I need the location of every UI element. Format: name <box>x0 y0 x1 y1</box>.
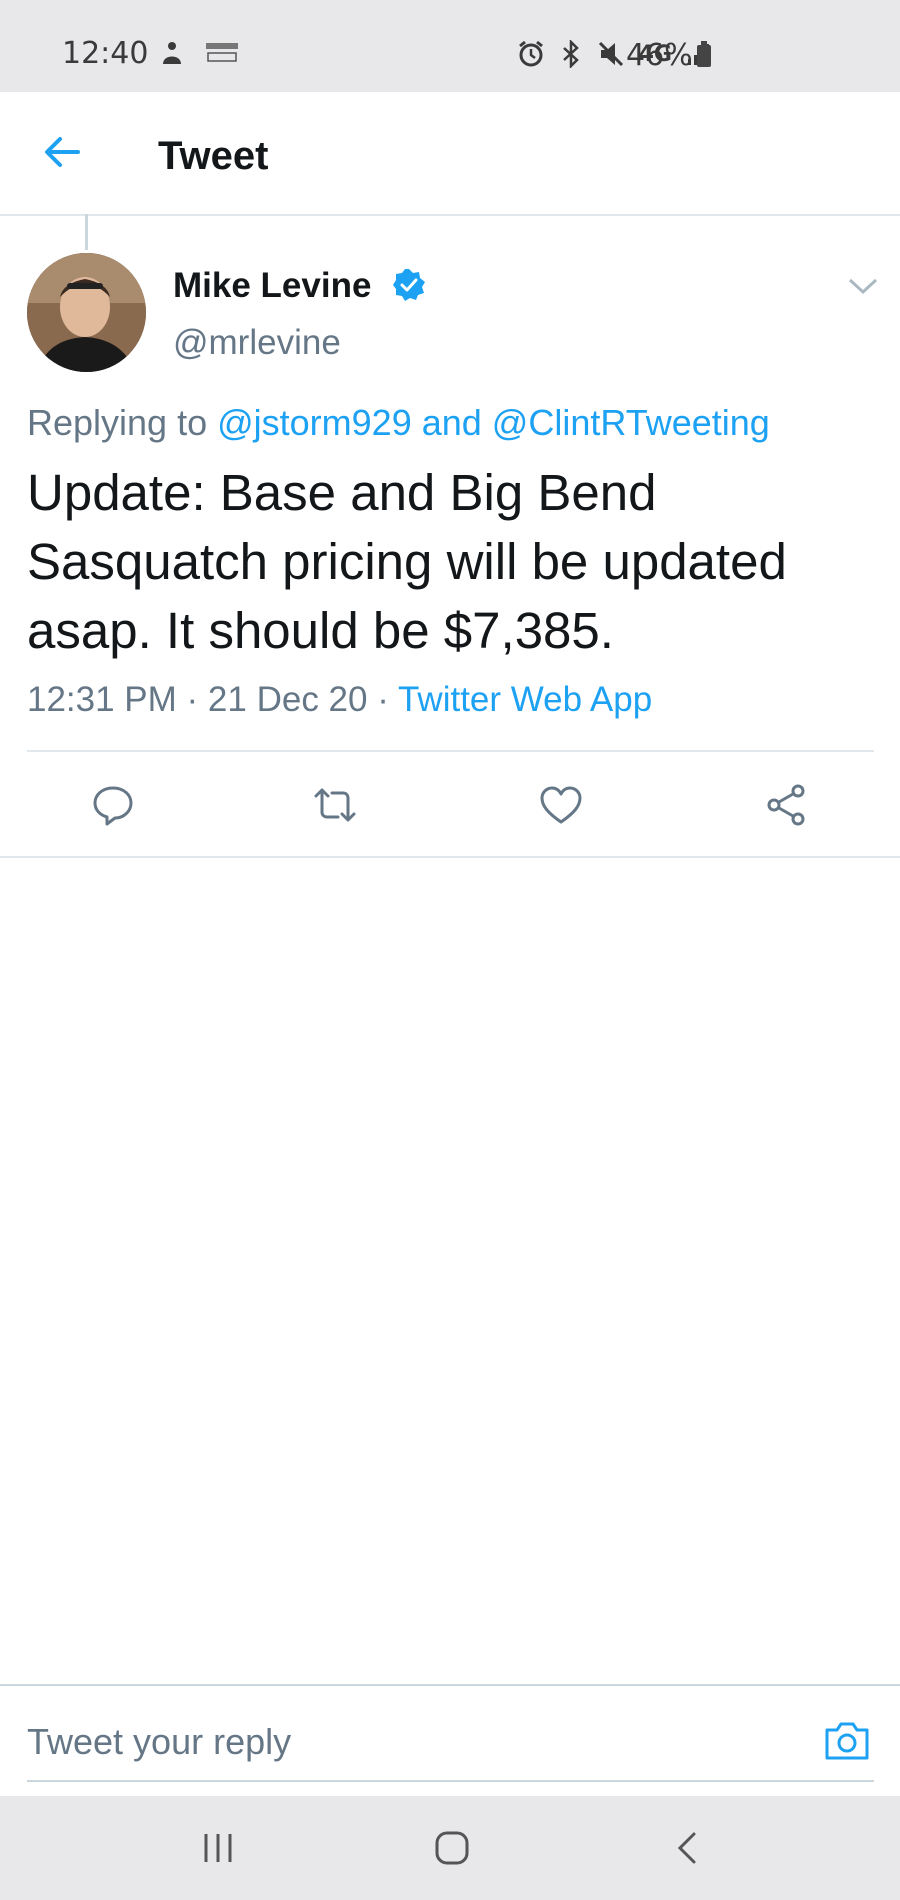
tweet-meta: 12:31 PM · 21 Dec 20 · Twitter Web App <box>27 680 652 720</box>
divider <box>0 1684 900 1686</box>
mention-link-1[interactable]: @jstorm929 <box>217 402 412 443</box>
replying-and: and <box>411 402 492 443</box>
bluetooth-icon <box>559 40 583 68</box>
heart-icon <box>540 786 582 824</box>
reply-input[interactable] <box>27 1714 787 1770</box>
retweet-icon <box>314 788 356 822</box>
tweet-source-link[interactable]: Twitter Web App <box>398 680 652 719</box>
divider <box>27 1780 874 1782</box>
home-button[interactable] <box>430 1826 474 1870</box>
meta-separator: · <box>367 680 398 719</box>
verified-badge-icon <box>392 268 426 302</box>
reply-button[interactable] <box>90 782 136 828</box>
comment-icon <box>93 786 133 826</box>
camera-icon <box>825 1722 869 1760</box>
tweet-text: Update: Base and Big Bend Sasquatch pric… <box>27 464 787 659</box>
author-name[interactable]: Mike Levine <box>173 266 371 306</box>
chevron-left-icon <box>677 1832 696 1864</box>
notification-icon <box>160 40 184 66</box>
system-navigation-bar <box>0 1796 900 1900</box>
tweet-date: 21 Dec 20 <box>207 680 368 719</box>
chevron-down-icon[interactable] <box>846 276 880 296</box>
recent-apps-button[interactable] <box>196 1826 240 1870</box>
share-button[interactable] <box>764 782 810 828</box>
arrow-left-icon <box>45 137 80 167</box>
author-handle[interactable]: @mrlevine <box>173 323 341 363</box>
top-app-bar: Tweet <box>0 92 900 216</box>
meta-separator: · <box>176 680 208 719</box>
back-nav-button[interactable] <box>666 1826 710 1870</box>
replying-prefix: Replying to <box>27 402 218 443</box>
tweet-actions <box>0 752 900 856</box>
like-button[interactable] <box>538 782 584 828</box>
page-title: Tweet <box>158 134 269 178</box>
divider <box>0 856 900 858</box>
share-icon <box>767 784 805 826</box>
recent-apps-icon <box>204 1834 232 1862</box>
battery-icon <box>697 41 711 67</box>
avatar[interactable] <box>27 253 146 372</box>
alarm-icon <box>517 40 545 68</box>
home-icon <box>435 1831 469 1865</box>
camera-button[interactable] <box>823 1718 871 1764</box>
status-time: 12:40 <box>62 36 149 71</box>
status-bar: 12:40 4G 46% <box>0 0 900 92</box>
mention-link-2[interactable]: @ClintRTweeting <box>492 402 770 443</box>
amazon-icon <box>204 41 240 65</box>
back-button[interactable] <box>36 126 88 178</box>
retweet-button[interactable] <box>312 782 358 828</box>
mute-icon <box>597 40 625 68</box>
thread-connector <box>85 214 88 250</box>
tweet-time: 12:31 PM <box>27 680 177 719</box>
replying-to: Replying to @jstorm929 and @ClintRTweeti… <box>27 402 770 444</box>
battery-percent: 46% <box>626 38 693 73</box>
